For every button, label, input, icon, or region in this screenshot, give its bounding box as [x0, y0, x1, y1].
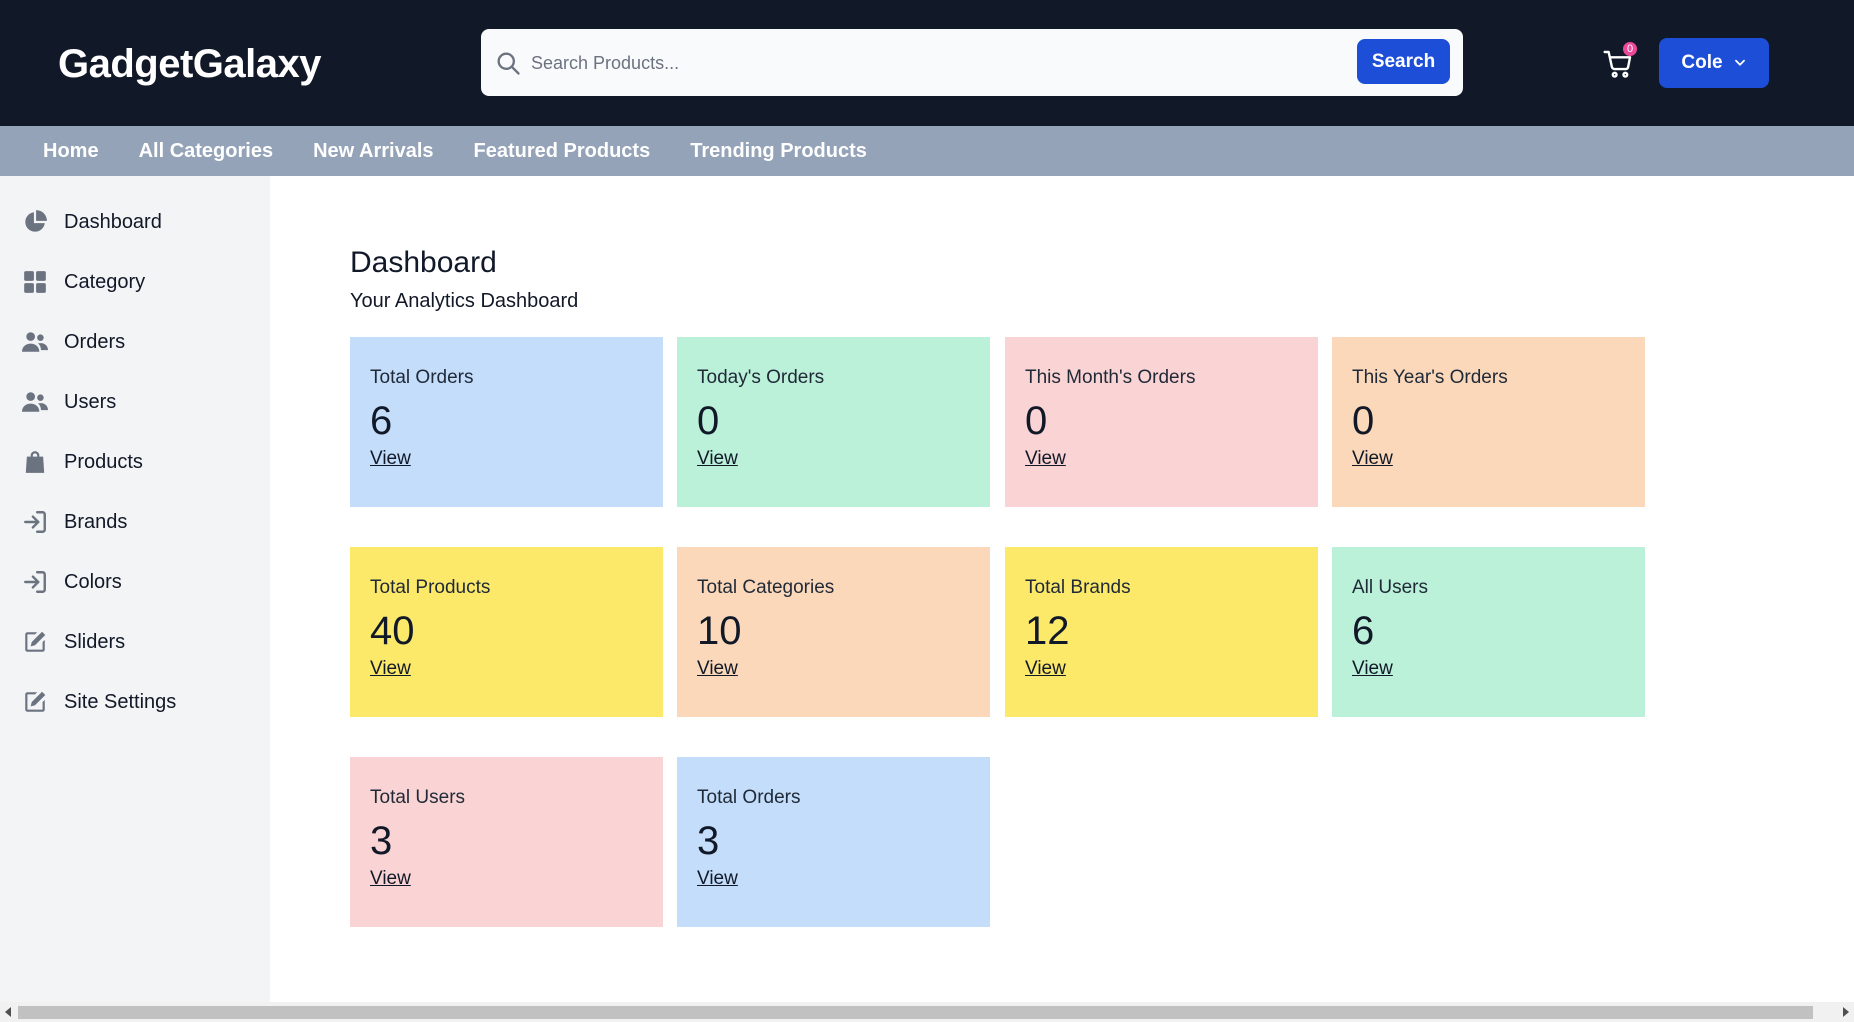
sidebar-item-label: Sliders: [64, 630, 126, 653]
stat-card-total-orders-2: Total Orders 3 View: [677, 757, 990, 927]
page-subtitle: Your Analytics Dashboard: [350, 290, 579, 312]
search-button[interactable]: Search: [1357, 39, 1450, 84]
stat-card-value: 3: [697, 819, 720, 863]
users-icon: [22, 392, 48, 412]
stat-card-total-brands: Total Brands 12 View: [1005, 547, 1318, 717]
stat-card-total-orders: Total Orders 6 View: [350, 337, 663, 507]
stat-card-label: Total Orders: [697, 787, 801, 808]
pie-chart-icon: [25, 210, 47, 232]
stat-card-total-users: Total Users 3 View: [350, 757, 663, 927]
sidebar-item-label: Colors: [64, 570, 122, 593]
stat-card-view-link[interactable]: View: [1352, 448, 1393, 470]
user-menu-button[interactable]: Cole: [1659, 38, 1769, 88]
stat-card-label: Total Brands: [1025, 577, 1131, 598]
stat-card-todays-orders: Today's Orders 0 View: [677, 337, 990, 507]
stat-card-year-orders: This Year's Orders 0 View: [1332, 337, 1645, 507]
stat-card-view-link[interactable]: View: [697, 448, 738, 470]
chevron-down-icon: [1734, 59, 1745, 66]
shopping-bag-icon: [25, 451, 45, 473]
stat-card-view-link[interactable]: View: [1025, 658, 1066, 680]
stat-card-value: 10: [697, 609, 742, 653]
stat-card-value: 0: [1025, 399, 1048, 443]
search-input[interactable]: [531, 43, 1311, 83]
sidebar-item-users[interactable]: Users: [22, 384, 116, 420]
stat-card-view-link[interactable]: View: [370, 658, 411, 680]
sidebar-item-site-settings[interactable]: Site Settings: [22, 684, 176, 720]
horizontal-scrollbar[interactable]: [0, 1002, 1854, 1022]
stat-card-view-link[interactable]: View: [1025, 448, 1066, 470]
sign-in-icon: [24, 571, 46, 593]
stat-card-label: Total Users: [370, 787, 466, 808]
stat-card-view-link[interactable]: View: [370, 448, 411, 470]
stat-card-label: Today's Orders: [697, 367, 825, 388]
sidebar-item-category[interactable]: Category: [22, 264, 145, 300]
stat-card-all-users: All Users 6 View: [1332, 547, 1645, 717]
stat-card-view-link[interactable]: View: [697, 868, 738, 890]
scrollbar-thumb[interactable]: [18, 1006, 1813, 1019]
stat-card-value: 6: [370, 399, 393, 443]
search-icon: [497, 52, 520, 75]
user-name: Cole: [1681, 52, 1723, 73]
stat-card-label: This Year's Orders: [1352, 367, 1508, 388]
stat-card-label: Total Products: [370, 577, 491, 598]
site-logo[interactable]: GadgetGalaxy: [58, 42, 322, 87]
sidebar-item-products[interactable]: Products: [22, 444, 143, 480]
stat-card-value: 40: [370, 609, 415, 653]
stat-card-label: All Users: [1352, 577, 1429, 598]
stat-card-label: Total Categories: [697, 577, 835, 598]
nav-link-featured-products[interactable]: Featured Products: [474, 140, 651, 163]
sidebar-item-label: Dashboard: [64, 210, 162, 233]
nav-link-new-arrivals[interactable]: New Arrivals: [313, 140, 433, 163]
sidebar-item-dashboard[interactable]: Dashboard: [22, 204, 162, 240]
sidebar-item-sliders[interactable]: Sliders: [22, 624, 125, 660]
main-nav: Home All Categories New Arrivals Feature…: [0, 126, 1854, 176]
scroll-left-arrow-icon[interactable]: [5, 1007, 11, 1017]
cart-count-badge: 0: [1623, 42, 1637, 56]
stat-card-value: 6: [1352, 609, 1375, 653]
stat-card-total-products: Total Products 40 View: [350, 547, 663, 717]
top-header: GadgetGalaxy Search 0 Cole: [0, 0, 1854, 126]
sidebar-item-label: Orders: [64, 330, 126, 353]
stat-card-value: 3: [370, 819, 393, 863]
sidebar-item-label: Users: [64, 390, 117, 413]
sidebar-item-colors[interactable]: Colors: [22, 564, 122, 600]
stat-card-view-link[interactable]: View: [370, 868, 411, 890]
sidebar: Dashboard Category Orders Users Products…: [0, 176, 270, 1002]
nav-link-all-categories[interactable]: All Categories: [139, 140, 273, 163]
edit-icon: [25, 631, 46, 652]
users-icon: [22, 332, 48, 352]
stat-card-value: 0: [1352, 399, 1375, 443]
sidebar-item-orders[interactable]: Orders: [22, 324, 125, 360]
sign-in-icon: [24, 511, 46, 533]
stat-card-value: 12: [1025, 609, 1070, 653]
sidebar-item-brands[interactable]: Brands: [22, 504, 127, 540]
sidebar-item-label: Category: [64, 270, 146, 293]
sidebar-item-label: Products: [64, 450, 143, 473]
sidebar-item-label: Site Settings: [64, 690, 177, 713]
grid-icon: [24, 271, 46, 293]
search-bar: Search: [481, 29, 1463, 96]
stat-card-label: This Month's Orders: [1025, 367, 1196, 388]
scroll-right-arrow-icon[interactable]: [1843, 1007, 1849, 1017]
stat-card-month-orders: This Month's Orders 0 View: [1005, 337, 1318, 507]
nav-link-home[interactable]: Home: [43, 140, 99, 163]
nav-link-trending-products[interactable]: Trending Products: [690, 140, 867, 163]
sidebar-item-label: Brands: [64, 510, 128, 533]
page-title: Dashboard: [350, 246, 497, 279]
stat-card-view-link[interactable]: View: [697, 658, 738, 680]
stat-card-view-link[interactable]: View: [1352, 658, 1393, 680]
stat-card-value: 0: [697, 399, 720, 443]
edit-icon: [25, 691, 46, 712]
stat-card-total-categories: Total Categories 10 View: [677, 547, 990, 717]
stat-card-label: Total Orders: [370, 367, 474, 388]
